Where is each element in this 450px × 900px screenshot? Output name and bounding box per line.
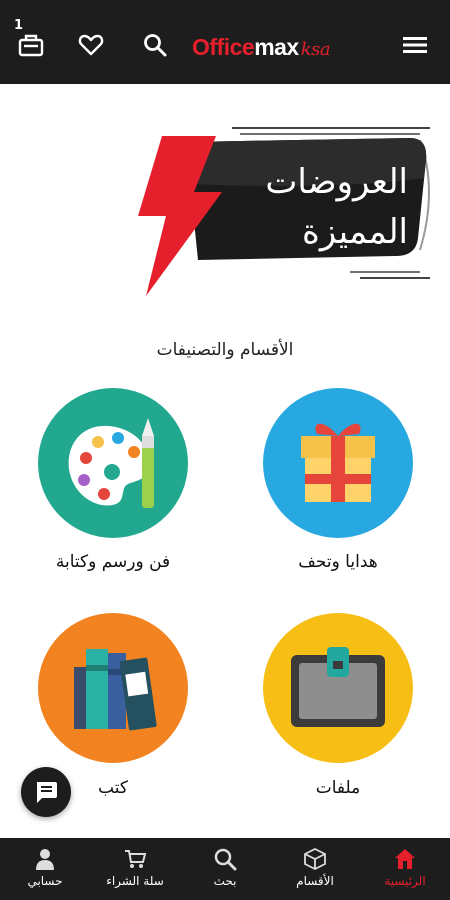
category-books-circle[interactable] [38,613,188,763]
folder-icon [291,647,385,727]
cart-icon [125,850,147,868]
nav-label-home: الرئيسية [384,874,426,888]
chat-bubble-icon [37,782,57,803]
categories-icon [304,847,326,871]
menu-button[interactable] [400,30,430,60]
nav-item-home[interactable]: الرئيسية [360,838,450,900]
nav-item-cart[interactable]: سلة الشراء [90,838,180,900]
category-art-circle[interactable] [38,388,188,538]
nav-label-categories: الأقسام [296,874,334,888]
bottom-navigation: الرئيسية الأقسام بحث سلة الشراء حسابي [0,838,450,900]
home-icon [395,849,415,869]
gift-icon [301,423,375,502]
category-gifts-circle[interactable] [263,388,413,538]
nav-item-search[interactable]: بحث [180,838,270,900]
chat-button[interactable] [21,767,71,817]
heart-icon [78,34,104,56]
top-app-bar: 1 Officemax ksa [0,0,450,84]
cart-icon [18,34,44,57]
category-folders-label: ملفات [315,778,361,798]
nav-item-categories[interactable]: الأقسام [270,838,360,900]
nav-label-account: حسابي [27,874,63,888]
books-icon [74,649,157,731]
categories-section-title: الأقسام والتصنيفات [156,340,294,360]
user-icon [36,849,54,870]
cart-button[interactable] [16,30,46,60]
banner-graphic [138,127,430,296]
nav-item-account[interactable]: حسابي [0,838,90,900]
banner-title-line-2: المميزة [302,212,408,252]
search-icon [144,34,167,57]
hamburger-menu-icon [403,37,427,53]
search-button[interactable] [140,30,170,60]
category-gifts-label: هدايا وتحف [298,552,378,572]
palette-icon [68,418,154,508]
category-folders-circle[interactable] [263,613,413,763]
search-icon [214,848,237,871]
category-art-label: فن ورسم وكتابة [55,552,171,572]
banner-title-line-1: العروضات [265,162,408,202]
wishlist-button[interactable] [76,30,106,60]
nav-label-search: بحث [213,874,237,888]
officemax-logo[interactable]: Officemax ksa [192,34,331,61]
nav-label-cart: سلة الشراء [106,874,164,888]
